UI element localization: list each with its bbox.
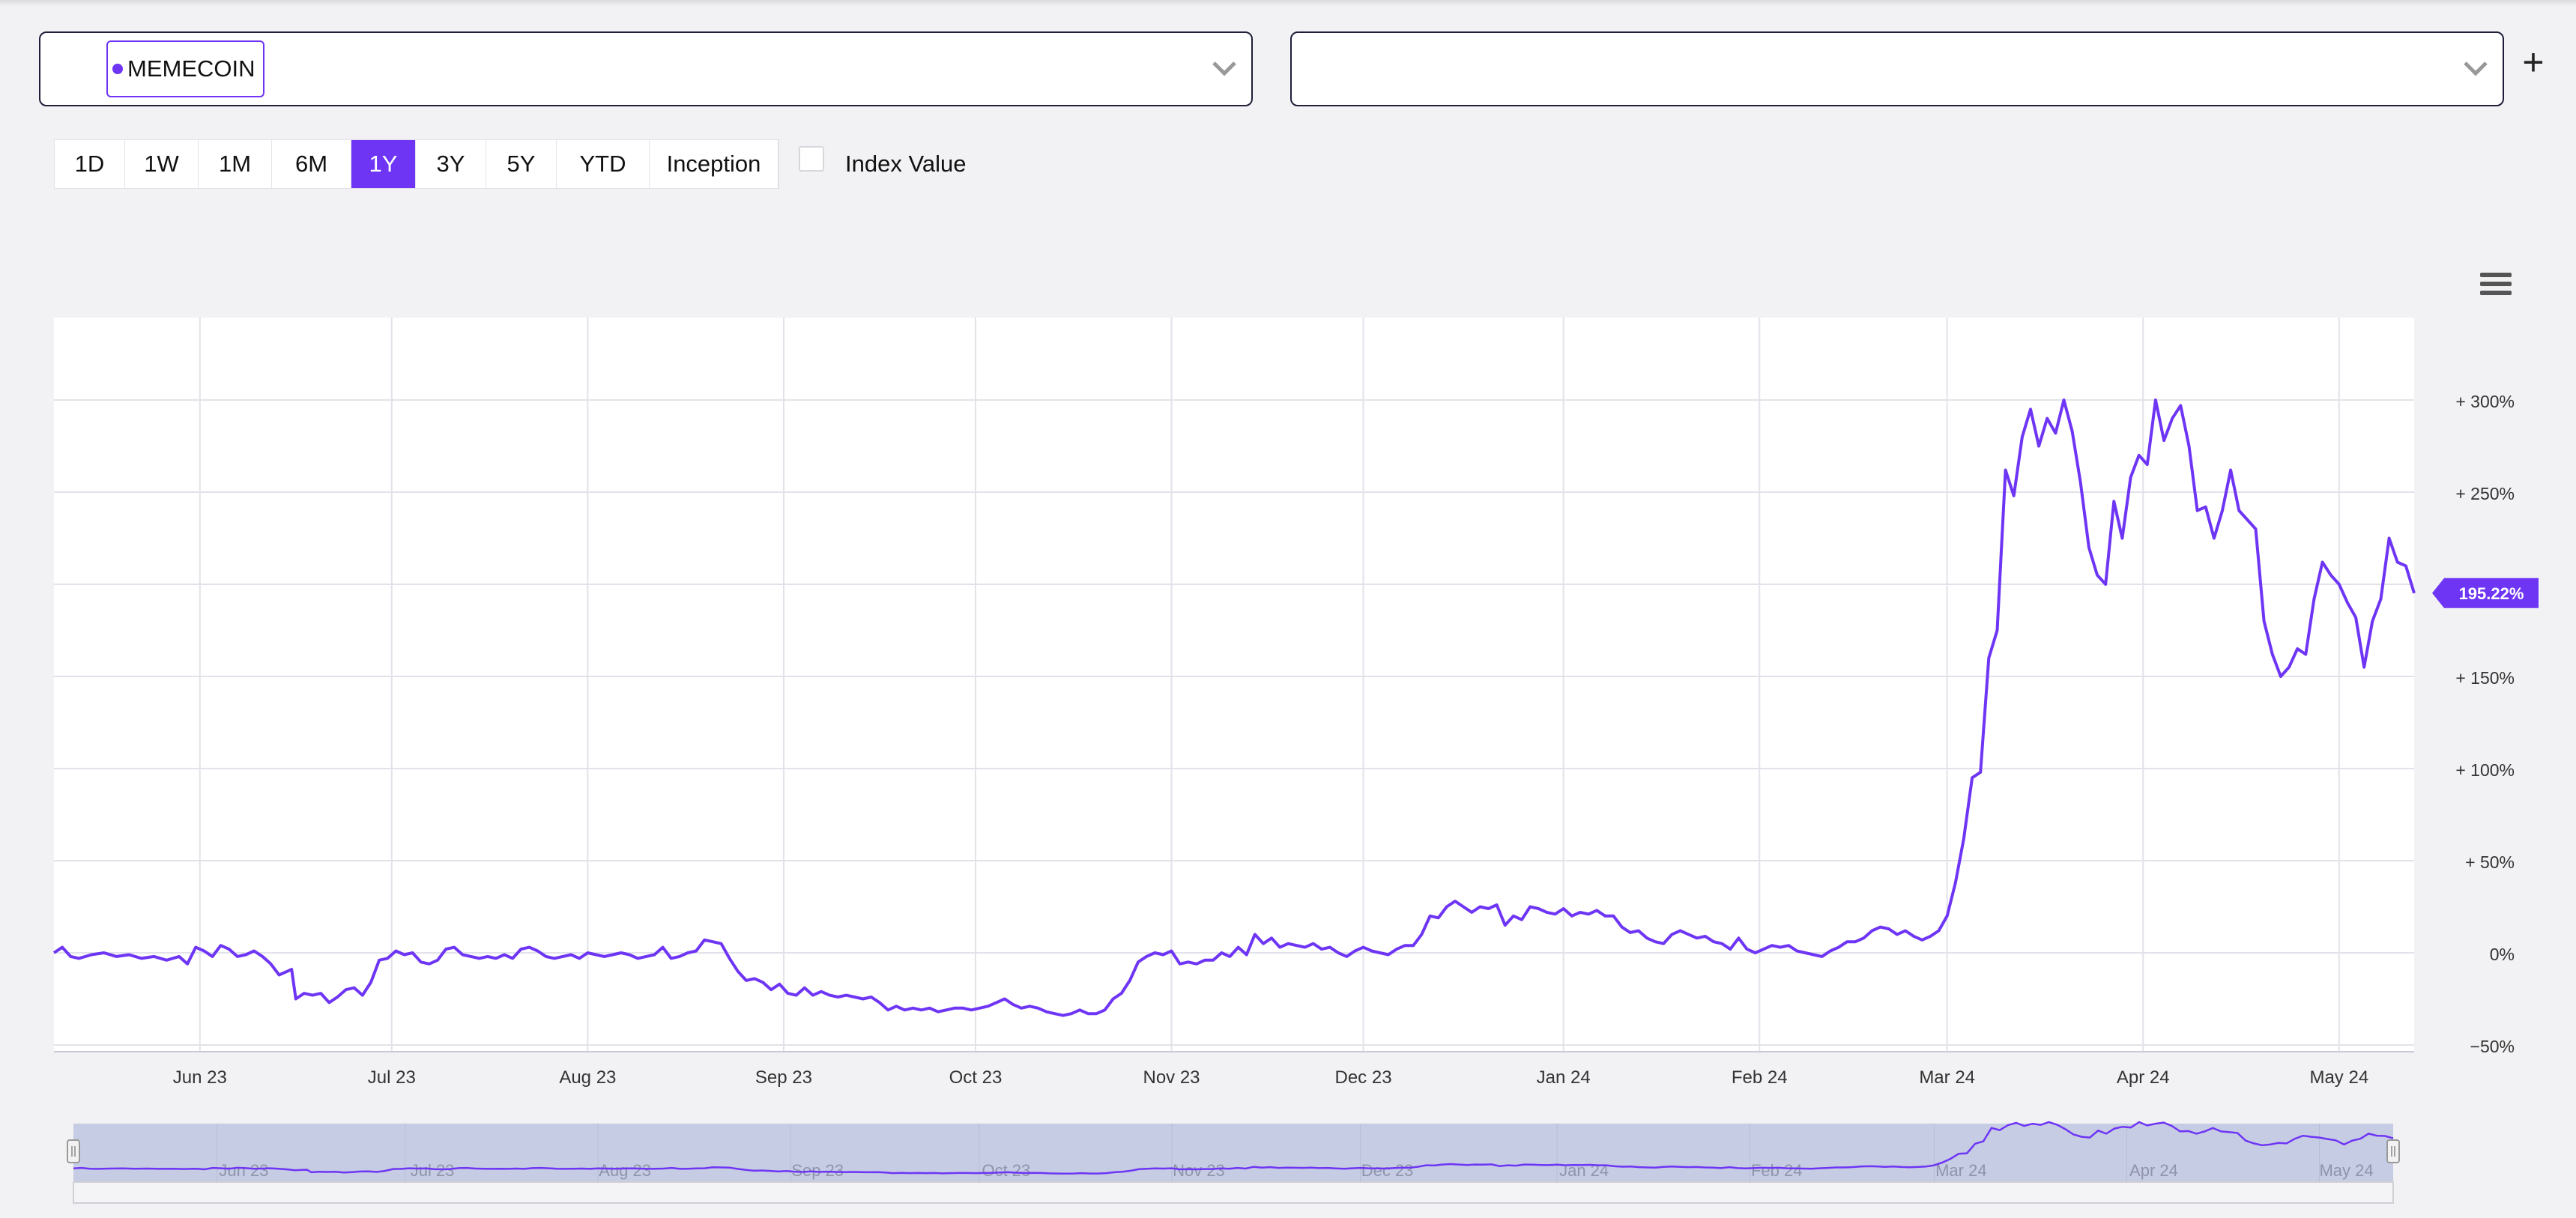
- y-tick-label: + 250%: [2455, 484, 2515, 503]
- y-tick-label: + 50%: [2465, 852, 2515, 872]
- navigator-tick-label: Nov 23: [1173, 1161, 1225, 1180]
- y-tick-label: + 150%: [2455, 668, 2515, 688]
- x-tick-label: Aug 23: [559, 1067, 616, 1088]
- x-tick-label: May 24: [2309, 1067, 2368, 1088]
- x-tick-label: Nov 23: [1143, 1067, 1200, 1088]
- navigator-tick-label: Mar 24: [1935, 1161, 1986, 1180]
- x-tick-label: Mar 24: [1919, 1067, 1975, 1088]
- y-tick-label: + 300%: [2455, 392, 2515, 411]
- x-tick-label: Oct 23: [949, 1067, 1003, 1088]
- navigator-right-handle[interactable]: [2386, 1139, 2400, 1163]
- navigator-tick-label: Feb 24: [1751, 1161, 1803, 1180]
- navigator-tick-label: Aug 23: [599, 1161, 651, 1180]
- price-chart: −50%0%+ 50%+ 100%+ 150%+ 200%+ 250%+ 300…: [52, 318, 2539, 1204]
- last-value-label: 195.22%: [2459, 584, 2524, 603]
- navigator-tick-label: Jul 23: [411, 1161, 455, 1180]
- navigator-tick-label: Jun 23: [219, 1161, 268, 1180]
- navigator-tick-label: Oct 23: [982, 1161, 1030, 1180]
- x-tick-label: Jun 23: [173, 1067, 227, 1088]
- plot-area: [54, 318, 2414, 1052]
- x-tick-label: Jul 23: [368, 1067, 416, 1088]
- y-tick-label: −50%: [2470, 1037, 2515, 1056]
- y-tick-label: 0%: [2490, 945, 2515, 964]
- x-tick-label: Feb 24: [1732, 1067, 1788, 1088]
- x-tick-label: Sep 23: [755, 1067, 812, 1088]
- navigator-tick-label: Jan 24: [1559, 1161, 1609, 1180]
- navigator-tick-label: Dec 23: [1361, 1161, 1414, 1180]
- y-tick-label: + 100%: [2455, 760, 2515, 780]
- x-tick-label: Dec 23: [1335, 1067, 1392, 1088]
- navigator-tick-label: Apr 24: [2129, 1161, 2178, 1180]
- navigator-left-handle[interactable]: [67, 1139, 80, 1163]
- navigator-tick-label: Sep 23: [791, 1161, 844, 1180]
- navigator-tick-label: May 24: [2319, 1161, 2373, 1180]
- x-tick-label: Apr 24: [2117, 1067, 2170, 1088]
- x-tick-label: Jan 24: [1537, 1067, 1591, 1088]
- navigator-scrollbar[interactable]: [73, 1181, 2394, 1204]
